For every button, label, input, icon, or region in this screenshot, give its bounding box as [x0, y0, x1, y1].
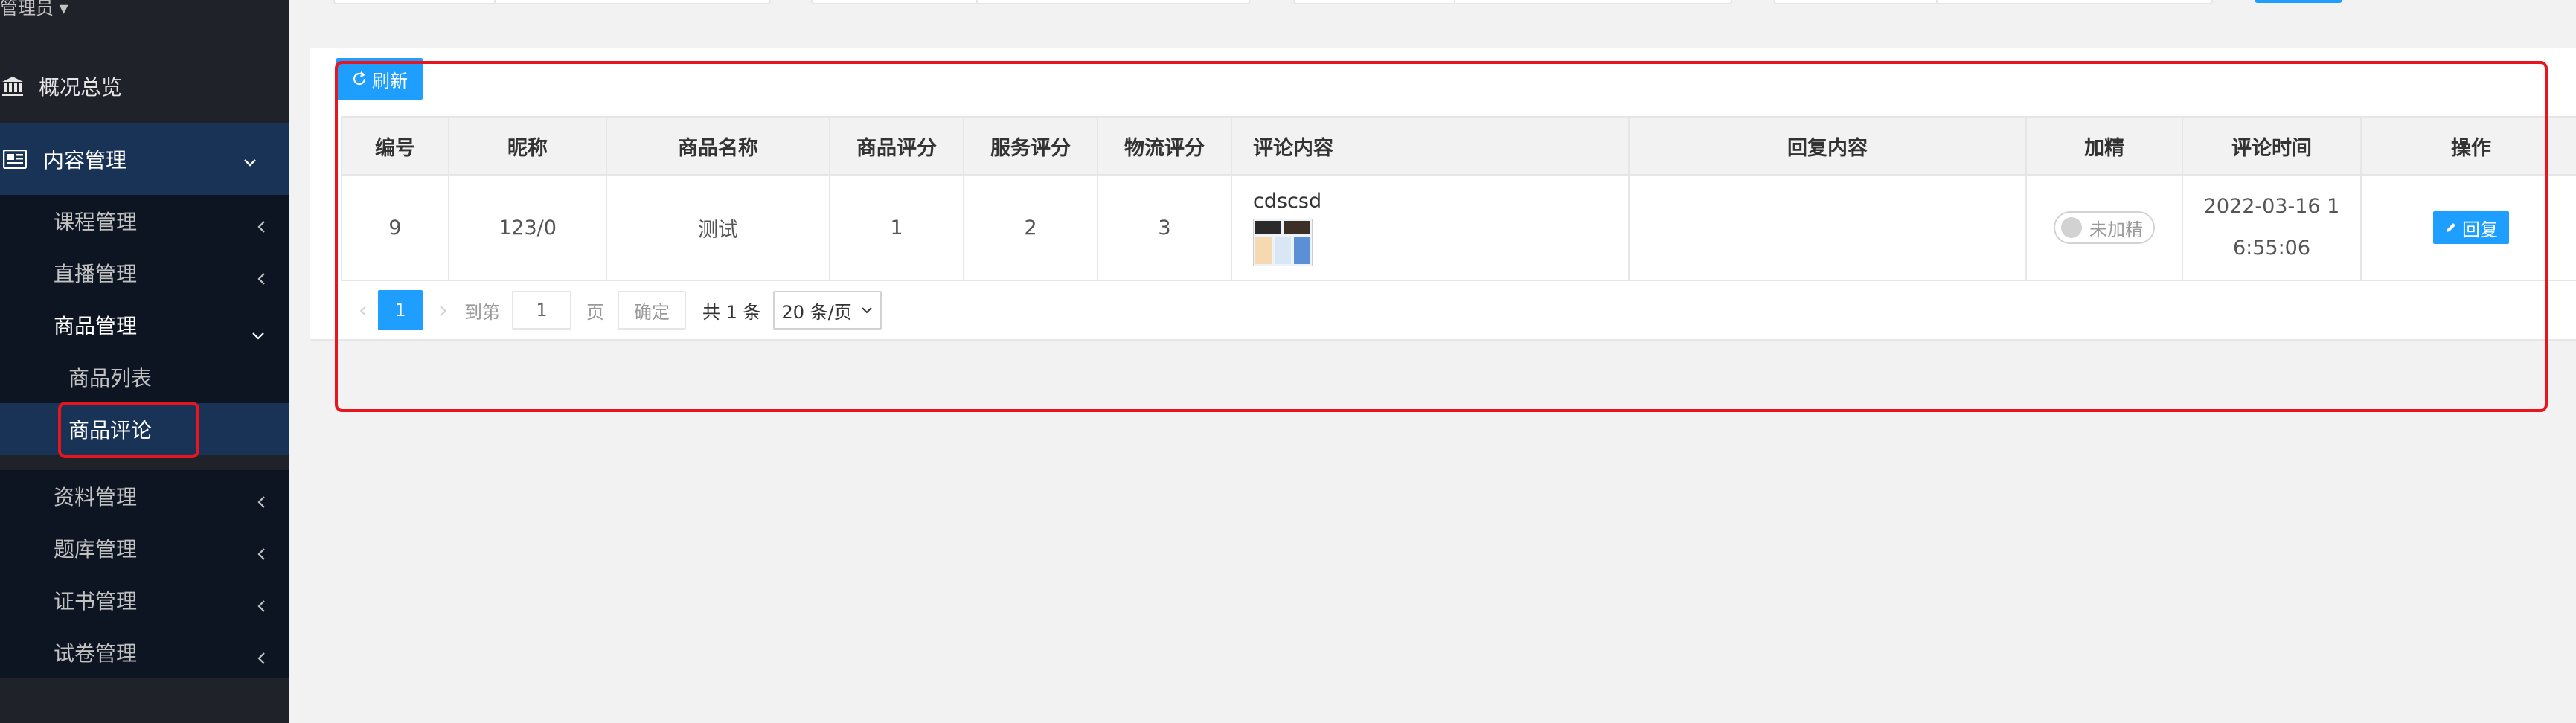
filter-divider: [1936, 0, 1938, 4]
chevron-left-icon: [257, 542, 266, 566]
sidebar-item-content[interactable]: 内容管理: [0, 123, 289, 195]
caret-down-icon: ▾: [54, 0, 68, 19]
newspaper-icon: [3, 150, 30, 169]
user-label: 管理员: [0, 0, 54, 19]
sidebar-item-label: 内容管理: [43, 148, 127, 173]
filter-divider: [494, 0, 496, 4]
main-area: 刷新 编号 昵称 商品名称 商品评分 服务评分 物流评分 评论内容 回复内容 加…: [289, 0, 2576, 723]
sidebar-item-goods[interactable]: 商品管理: [0, 299, 289, 351]
sidebar-item-label: 资料管理: [54, 485, 138, 510]
chevron-down-icon: [243, 149, 257, 173]
chevron-left-icon: [257, 594, 266, 618]
sidebar-item-label: 课程管理: [54, 210, 138, 234]
sidebar-item-certificate[interactable]: 证书管理: [0, 574, 289, 626]
chevron-left-icon: [257, 266, 266, 291]
sidebar-item-label: 证书管理: [54, 589, 138, 614]
sidebar-item-label: 概况总览: [39, 75, 123, 100]
sidebar: 管理员 ▾ 概况总览 内容管理 课程管理 直播管理 商品管理 商品列表 商品评论…: [0, 0, 289, 723]
filter-divider: [1454, 0, 1455, 4]
user-menu[interactable]: 管理员 ▾: [0, 0, 68, 19]
filter-divider: [976, 0, 978, 4]
sidebar-item-goods-list[interactable]: 商品列表: [0, 351, 289, 403]
filter-field[interactable]: [1293, 0, 1732, 4]
chevron-down-icon: [251, 321, 265, 346]
sidebar-item-label: 商品管理: [54, 314, 138, 338]
highlight-box-comments: [58, 402, 199, 458]
sidebar-item-live[interactable]: 直播管理: [0, 247, 289, 299]
chevron-left-icon: [257, 646, 266, 670]
filter-field[interactable]: [333, 0, 771, 4]
chevron-left-icon: [257, 214, 266, 239]
sidebar-item-overview[interactable]: 概况总览: [0, 60, 289, 113]
sidebar-item-label: 商品列表: [68, 366, 153, 391]
sidebar-item-label: 题库管理: [54, 537, 138, 562]
sidebar-item-exam-paper[interactable]: 试卷管理: [0, 626, 289, 678]
search-button[interactable]: [2255, 0, 2342, 3]
filter-field[interactable]: [1774, 0, 2213, 4]
sidebar-item-materials[interactable]: 资料管理: [0, 470, 289, 522]
filter-field[interactable]: [811, 0, 1250, 4]
sidebar-item-question-bank[interactable]: 题库管理: [0, 522, 289, 574]
sidebar-item-label: 直播管理: [54, 262, 138, 286]
chevron-left-icon: [257, 489, 266, 514]
bank-icon: [1, 76, 28, 97]
highlight-box-table: [335, 61, 2548, 412]
sidebar-item-label: 试卷管理: [54, 641, 138, 666]
sidebar-next-item: [0, 697, 289, 723]
sidebar-item-course[interactable]: 课程管理: [0, 195, 289, 247]
